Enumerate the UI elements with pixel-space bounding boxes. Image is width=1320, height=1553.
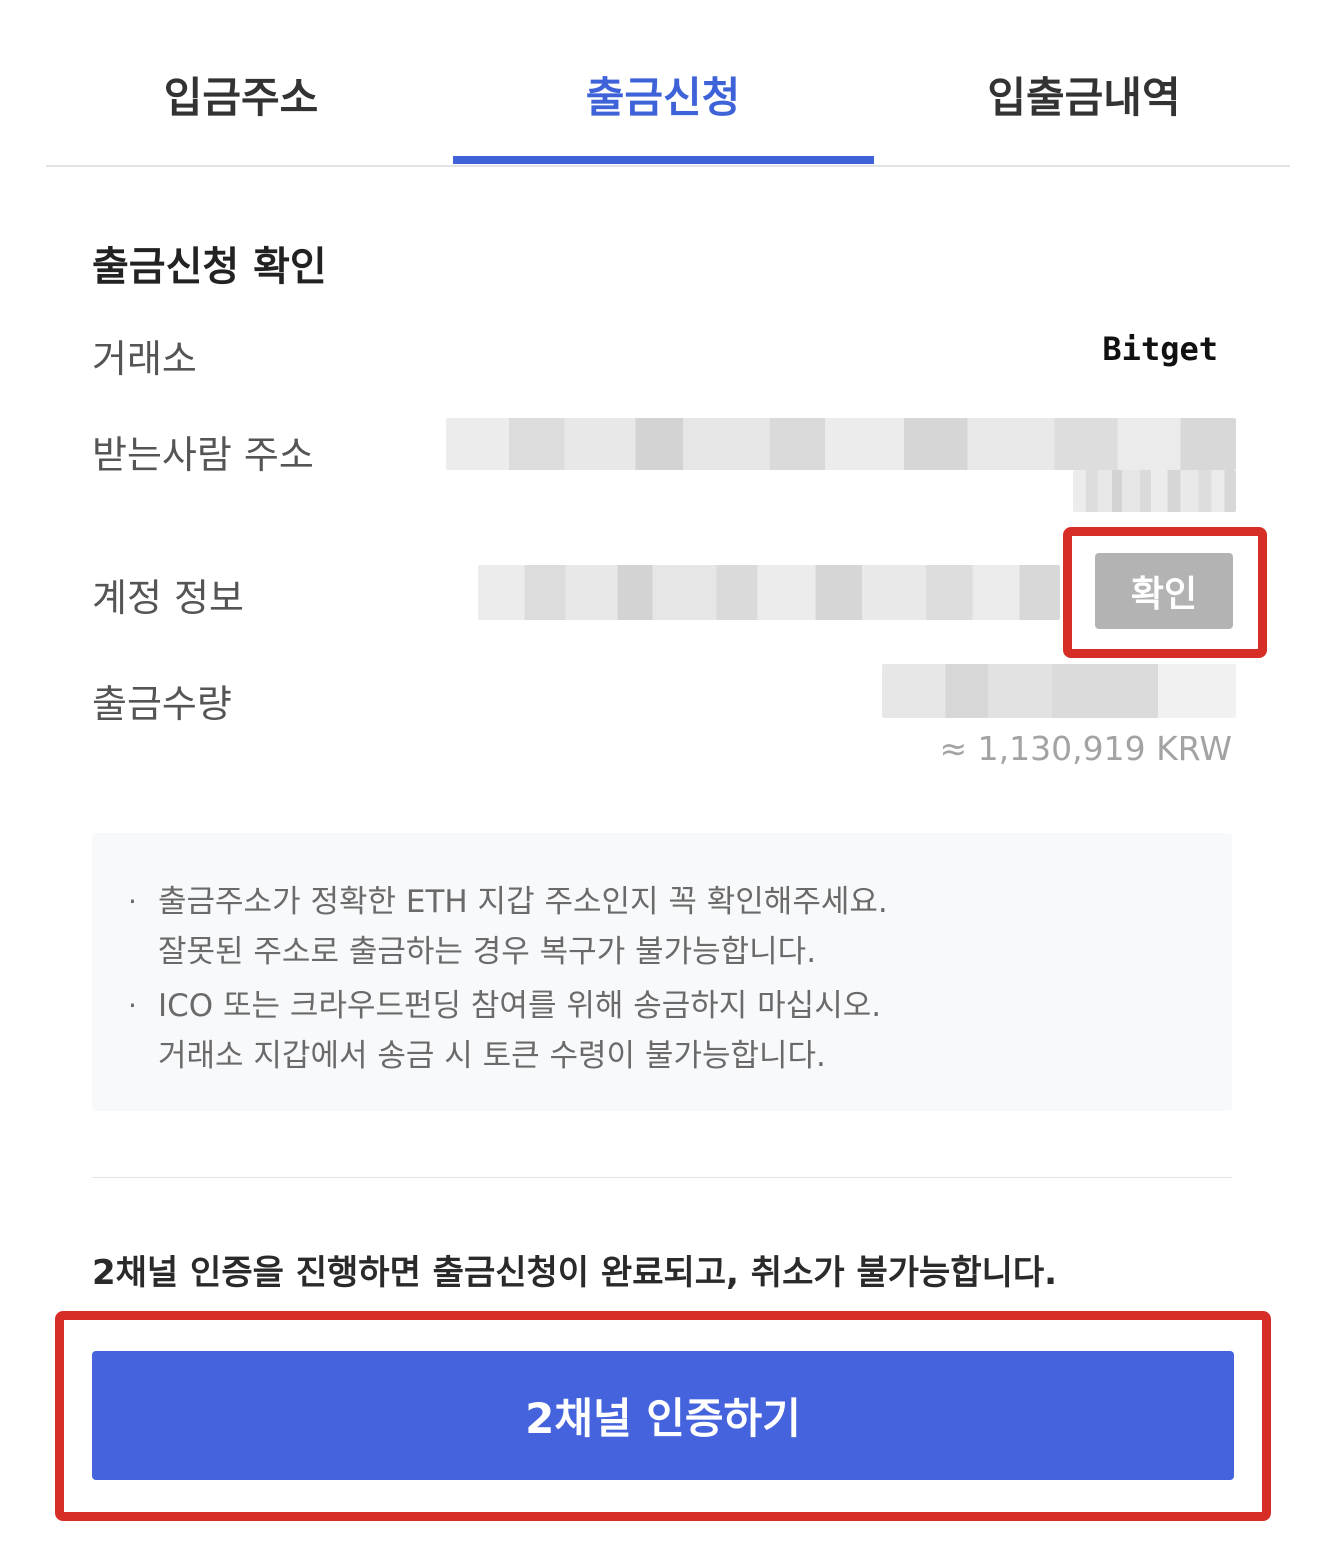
tab-transaction-history[interactable]: 입출금내역 [874, 64, 1294, 125]
tab-withdraw-request[interactable]: 출금신청 [453, 64, 873, 125]
recipient-address-label: 받는사람 주소 [92, 433, 314, 477]
withdraw-amount-label: 출금수량 [92, 682, 232, 726]
section-title: 출금신청 확인 [92, 244, 327, 290]
notice-item: · ICO 또는 크라우드펀딩 참여를 위해 송금하지 마십시오. 거래소 지갑… [128, 981, 882, 1081]
account-info-redacted [478, 565, 1060, 620]
exchange-value: Bitget [1102, 330, 1218, 368]
krw-approx-value: ≈ 1,130,919 KRW [939, 729, 1232, 768]
notice-line: 출금주소가 정확한 ETH 지갑 주소인지 꼭 확인해주세요. [158, 884, 888, 920]
notice-line: 거래소 지갑에서 송금 시 토큰 수령이 불가능합니다. [158, 1038, 826, 1074]
active-tab-indicator [453, 156, 874, 164]
divider [92, 1177, 1232, 1178]
withdraw-amount-redacted [882, 664, 1236, 718]
confirm-button-highlight [1063, 527, 1267, 658]
exchange-label: 거래소 [92, 337, 197, 381]
notice-box: · 출금주소가 정확한 ETH 지갑 주소인지 꼭 확인해주세요. 잘못된 주소… [92, 833, 1232, 1111]
notice-line: ICO 또는 크라우드펀딩 참여를 위해 송금하지 마십시오. [158, 988, 882, 1024]
recipient-address-redacted-line2 [1073, 470, 1236, 512]
tab-deposit-address[interactable]: 입금주소 [46, 64, 436, 125]
recipient-address-redacted [446, 418, 1236, 470]
warning-text: 2채널 인증을 진행하면 출금신청이 완료되고, 취소가 불가능합니다. [92, 1253, 1058, 1293]
bullet-icon: · [128, 885, 137, 918]
bullet-icon: · [128, 989, 137, 1022]
notice-line: 잘못된 주소로 출금하는 경우 복구가 불가능합니다. [158, 934, 817, 970]
notice-item: · 출금주소가 정확한 ETH 지갑 주소인지 꼭 확인해주세요. 잘못된 주소… [128, 877, 888, 977]
tab-bar: 입금주소 출금신청 입출금내역 [46, 0, 1290, 167]
auth-button-highlight [55, 1311, 1271, 1521]
account-info-label: 계정 정보 [92, 576, 244, 620]
